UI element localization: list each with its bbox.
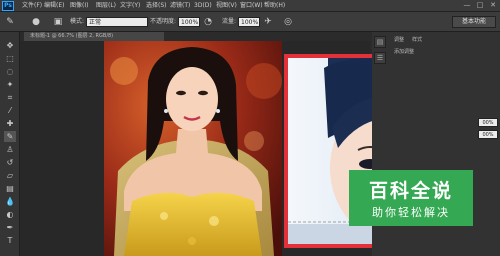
eraser-tool-icon[interactable]: ▱ [4,170,16,181]
blur-tool-icon[interactable]: 💧 [4,196,16,207]
marquee-tool-icon[interactable]: ⬚ [4,53,16,64]
crop-tool-icon[interactable]: ⌗ [4,92,16,103]
healing-tool-icon[interactable]: ✚ [4,118,16,129]
menu-type[interactable]: 文字(Y) [120,0,140,12]
photo-woman-yellow-dress-image [104,41,282,256]
dodge-tool-icon[interactable]: ◐ [4,209,16,220]
minimize-button[interactable]: — [462,1,472,10]
layer-opacity-field[interactable]: 00% [478,118,498,127]
mode-label: 模式: [70,18,85,25]
menu-help[interactable]: 帮助(H) [264,0,285,12]
tools-panel: ✥ ⬚ ◌ ✦ ⌗ ⁄ ✚ ✎ ♙ ↺ ▱ ▤ 💧 ◐ ✒ T [0,32,20,256]
opacity-label: 不透明度: [150,18,177,25]
type-tool-icon[interactable]: T [4,235,16,246]
brush-tool-icon[interactable]: ✎ [4,16,16,28]
properties-panel-icon[interactable]: ☰ [374,52,386,64]
maximize-button[interactable]: □ [475,1,485,10]
menu-file[interactable]: 文件(F) [22,0,42,12]
tab-styles[interactable]: 样式 [412,36,422,45]
document-tab[interactable]: 未标题-1 @ 66.7% (图层 2, RGB/8) [24,32,164,41]
workspace-button[interactable]: 基本功能 [452,16,496,28]
brush-preset-icon[interactable]: ● [30,16,42,28]
quick-select-tool-icon[interactable]: ✦ [4,79,16,90]
window-controls: — □ ✕ [462,1,498,11]
close-button[interactable]: ✕ [488,1,498,10]
watermark-subtitle: 助你轻松解决 [372,206,450,219]
tab-adjustments[interactable]: 调整 [394,36,404,45]
menu-layer[interactable]: 图层(L) [96,0,116,12]
history-brush-tool-icon[interactable]: ↺ [4,157,16,168]
add-adjustment-label: 添加调整 [394,49,415,55]
lasso-tool-icon[interactable]: ◌ [4,66,16,77]
pressure-size-icon[interactable]: ◎ [282,16,294,28]
pen-tool-icon[interactable]: ✒ [4,222,16,233]
menu-3d[interactable]: 3D(D) [194,0,212,12]
watermark-title: 百科全说 [368,180,453,202]
options-bar: ✎ ● ▣ 模式: 正常 不透明度: 100% ◔ 流量: 100% ✈ ◎ 基… [0,12,500,32]
eyedropper-tool-icon[interactable]: ⁄ [4,105,16,116]
opacity-field[interactable]: 100% [178,17,200,27]
brush-tool-active-icon[interactable]: ✎ [4,131,16,142]
history-panel-icon[interactable]: ▤ [374,36,386,48]
gradient-tool-icon[interactable]: ▤ [4,183,16,194]
layer-fill-field[interactable]: 00% [478,130,498,139]
mode-select[interactable]: 正常 [86,17,148,27]
photoshop-logo: Ps [2,1,14,11]
menu-select[interactable]: 选择(S) [146,0,167,12]
baike-watermark: 百科全说 助你轻松解决 [349,170,473,226]
brush-panel-icon[interactable]: ▣ [52,16,64,28]
menu-edit[interactable]: 编辑(E) [44,0,64,12]
flow-field[interactable]: 100% [238,17,260,27]
menu-window[interactable]: 窗口(W) [240,0,263,12]
menu-bar: Ps 文件(F) 编辑(E) 图像(I) 图层(L) 文字(Y) 选择(S) 滤… [0,0,500,12]
stamp-tool-icon[interactable]: ♙ [4,144,16,155]
opacity-pressure-icon[interactable]: ◔ [202,16,214,28]
menu-image[interactable]: 图像(I) [70,0,88,12]
airbrush-icon[interactable]: ✈ [262,16,274,28]
flow-label: 流量: [222,18,237,25]
photo-woman-yellow-dress [104,41,282,256]
menu-filter[interactable]: 滤镜(T) [170,0,190,12]
move-tool-icon[interactable]: ✥ [4,40,16,51]
menu-view[interactable]: 视图(V) [216,0,237,12]
